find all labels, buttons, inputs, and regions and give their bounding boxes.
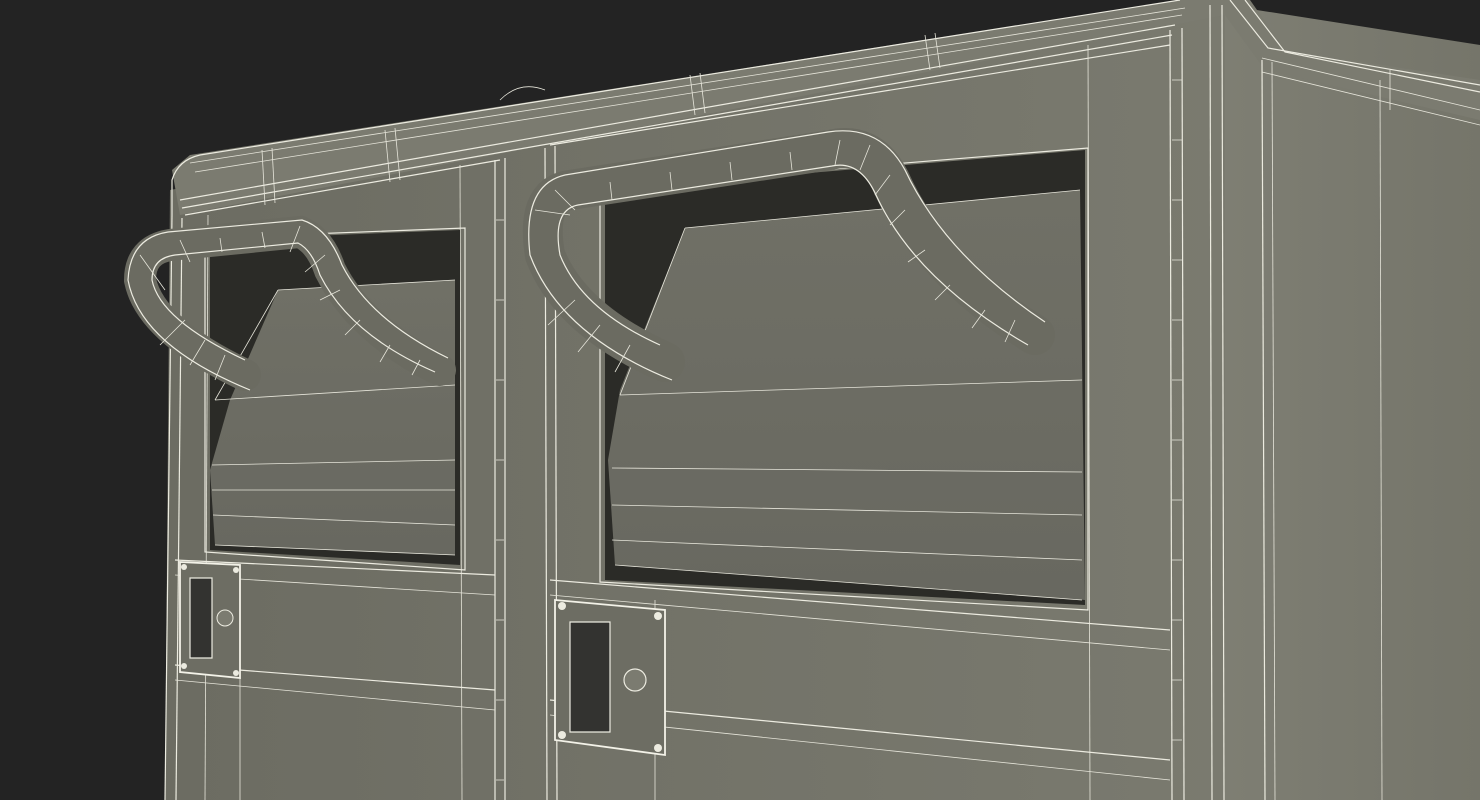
wireframe-render	[0, 0, 1480, 800]
bin-model	[123, 0, 1480, 800]
left-latch	[179, 561, 241, 679]
right-latch	[554, 599, 666, 757]
